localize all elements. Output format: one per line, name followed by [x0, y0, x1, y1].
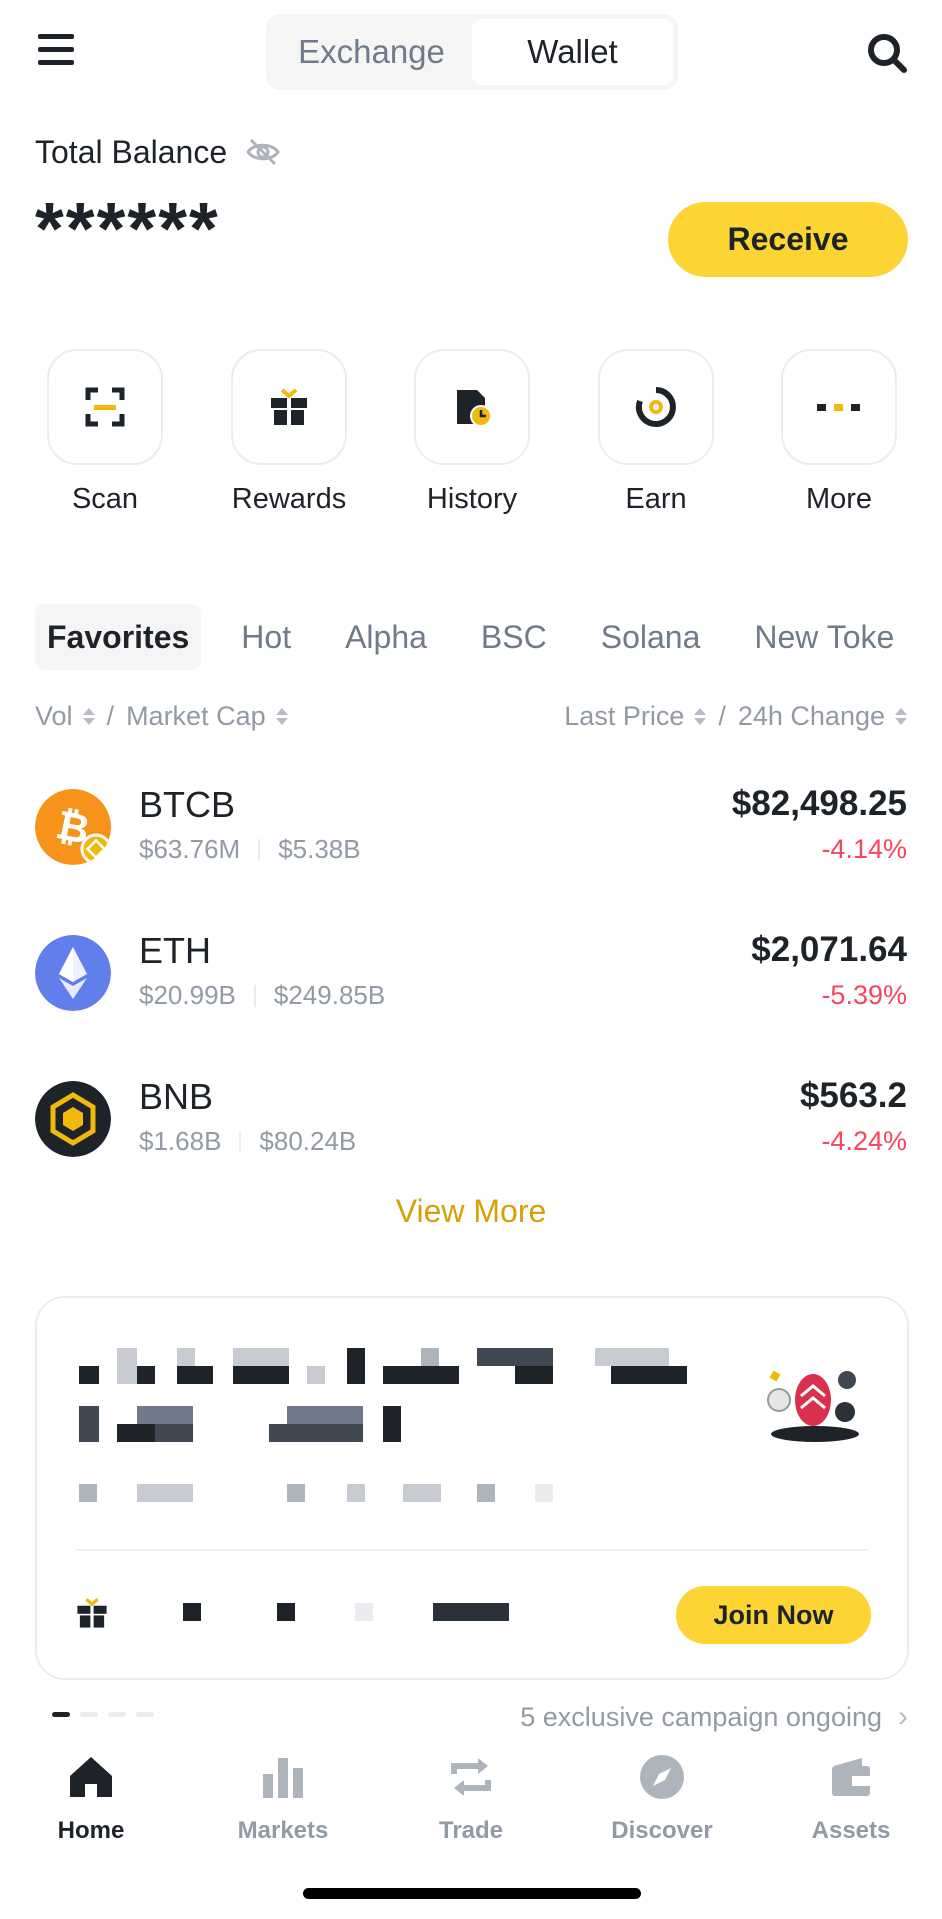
- carousel-dot[interactable]: [80, 1712, 98, 1717]
- total-balance-label: Total Balance: [35, 134, 228, 170]
- tab-favorites[interactable]: Favorites: [35, 604, 202, 670]
- chevron-right-icon: ›: [898, 1700, 908, 1733]
- coin-row-bnb[interactable]: BNB $1.68B $80.24B $563.2 -4.24%: [35, 1072, 907, 1162]
- quick-action-scan[interactable]: Scan: [45, 349, 165, 516]
- trade-icon: [451, 1758, 491, 1796]
- sort-volume[interactable]: Vol: [35, 701, 95, 732]
- btcb-logo-icon: ₿: [35, 789, 111, 865]
- quick-action-history[interactable]: History: [412, 349, 532, 516]
- sort-separator: /: [106, 701, 115, 731]
- history-icon: [457, 390, 492, 427]
- quick-action-rewards[interactable]: Rewards: [229, 349, 349, 516]
- nav-label: Markets: [237, 1817, 329, 1844]
- tab-wallet[interactable]: Wallet: [472, 19, 673, 85]
- campaign-text: 5 exclusive campaign ongoing: [520, 1701, 882, 1732]
- coin-volume-cap: $1.68B $80.24B: [139, 1126, 356, 1157]
- carousel-dots: [52, 1712, 164, 1717]
- exchange-wallet-switch: Exchange Wallet: [266, 14, 678, 90]
- tab-new-tokens[interactable]: New Toke: [742, 604, 906, 670]
- sort-market-cap[interactable]: Market Cap: [126, 701, 288, 732]
- markets-icon: [263, 1758, 303, 1798]
- coin-market-cap: $80.24B: [259, 1126, 357, 1156]
- sort-bar: Vol / Market Cap Last Price / 24h Change: [35, 701, 907, 737]
- sort-separator: /: [718, 701, 726, 731]
- coin-volume: $1.68B: [139, 1126, 222, 1156]
- receive-button[interactable]: Receive: [668, 202, 908, 277]
- bnb-logo-icon: [35, 1081, 111, 1157]
- coin-market-cap: $249.85B: [273, 980, 386, 1010]
- coin-market-cap: $5.38B: [278, 834, 361, 864]
- quick-action-label: History: [426, 483, 518, 515]
- top-bar: Exchange Wallet: [0, 0, 942, 105]
- coin-row-eth[interactable]: ETH $20.99B $249.85B $2,071.64 -5.39%: [35, 926, 907, 1016]
- coin-price: $2,071.64: [751, 930, 907, 969]
- nav-label: Home: [57, 1817, 125, 1844]
- quick-action-earn[interactable]: Earn: [596, 349, 716, 516]
- promo-illustration-icon: [767, 1370, 859, 1442]
- coin-price: $82,498.25: [731, 784, 907, 823]
- nav-home[interactable]: Home: [21, 1740, 161, 1845]
- eye-off-icon[interactable]: [245, 136, 281, 168]
- nav-discover[interactable]: Discover: [592, 1740, 732, 1845]
- gift-icon: [271, 388, 307, 425]
- sort-last-price[interactable]: Last Price: [564, 701, 706, 732]
- coin-change: -5.39%: [821, 980, 907, 1010]
- coin-symbol: ETH: [139, 930, 211, 971]
- coin-volume-cap: $63.76M $5.38B: [139, 834, 361, 865]
- coin-symbol: BTCB: [139, 784, 236, 825]
- coin-volume: $20.99B: [139, 980, 236, 1010]
- tab-alpha[interactable]: Alpha: [333, 604, 439, 670]
- home-indicator: [303, 1888, 641, 1899]
- quick-action-label: Earn: [625, 483, 687, 515]
- coin-change: -4.24%: [821, 1126, 907, 1156]
- tab-bsc[interactable]: BSC: [469, 604, 559, 670]
- promo-card[interactable]: Join Now: [35, 1296, 909, 1680]
- quick-action-label: Rewards: [231, 483, 347, 515]
- scan-icon: [85, 387, 125, 427]
- coin-volume: $63.76M: [139, 834, 241, 864]
- pixelated-footer-text: [37, 1298, 537, 1638]
- nav-label: Discover: [611, 1817, 713, 1844]
- nav-assets[interactable]: Assets: [781, 1740, 921, 1845]
- nav-trade[interactable]: Trade: [401, 1740, 541, 1845]
- quick-action-label: Scan: [71, 483, 139, 515]
- total-balance-value: ******: [35, 187, 220, 270]
- tab-solana[interactable]: Solana: [589, 604, 713, 670]
- assets-icon: [832, 1758, 870, 1796]
- nav-markets[interactable]: Markets: [213, 1740, 353, 1845]
- nav-label: Assets: [811, 1817, 891, 1844]
- nav-label: Trade: [438, 1817, 504, 1844]
- campaign-link[interactable]: 5 exclusive campaign ongoing ›: [520, 1700, 908, 1734]
- carousel-dot[interactable]: [52, 1712, 70, 1717]
- coin-row-btcb[interactable]: ₿ BTCB $63.76M $5.38B $82,498.25 -4.14%: [35, 780, 907, 870]
- quick-action-label: More: [805, 483, 873, 515]
- search-icon[interactable]: [866, 32, 908, 74]
- earn-icon: [635, 387, 676, 427]
- carousel-dot[interactable]: [136, 1712, 154, 1717]
- sort-24h-change[interactable]: 24h Change: [738, 701, 907, 732]
- hamburger-menu-icon[interactable]: [38, 34, 74, 68]
- tab-hot[interactable]: Hot: [229, 604, 303, 670]
- coin-change: -4.14%: [821, 834, 907, 864]
- discover-icon: [640, 1755, 684, 1799]
- coin-symbol: BNB: [139, 1076, 214, 1117]
- tab-exchange[interactable]: Exchange: [271, 19, 472, 85]
- join-now-button[interactable]: Join Now: [676, 1586, 871, 1644]
- coin-volume-cap: $20.99B $249.85B: [139, 980, 385, 1011]
- market-tabs: Favorites Hot Alpha BSC Solana New Toke: [35, 604, 907, 670]
- home-icon: [70, 1757, 112, 1797]
- view-more-link[interactable]: View More: [0, 1193, 942, 1230]
- quick-action-more[interactable]: More: [779, 349, 899, 516]
- more-dots-icon: [817, 404, 860, 411]
- eth-logo-icon: [35, 935, 111, 1011]
- coin-price: $563.2: [799, 1076, 907, 1115]
- carousel-dot[interactable]: [108, 1712, 126, 1717]
